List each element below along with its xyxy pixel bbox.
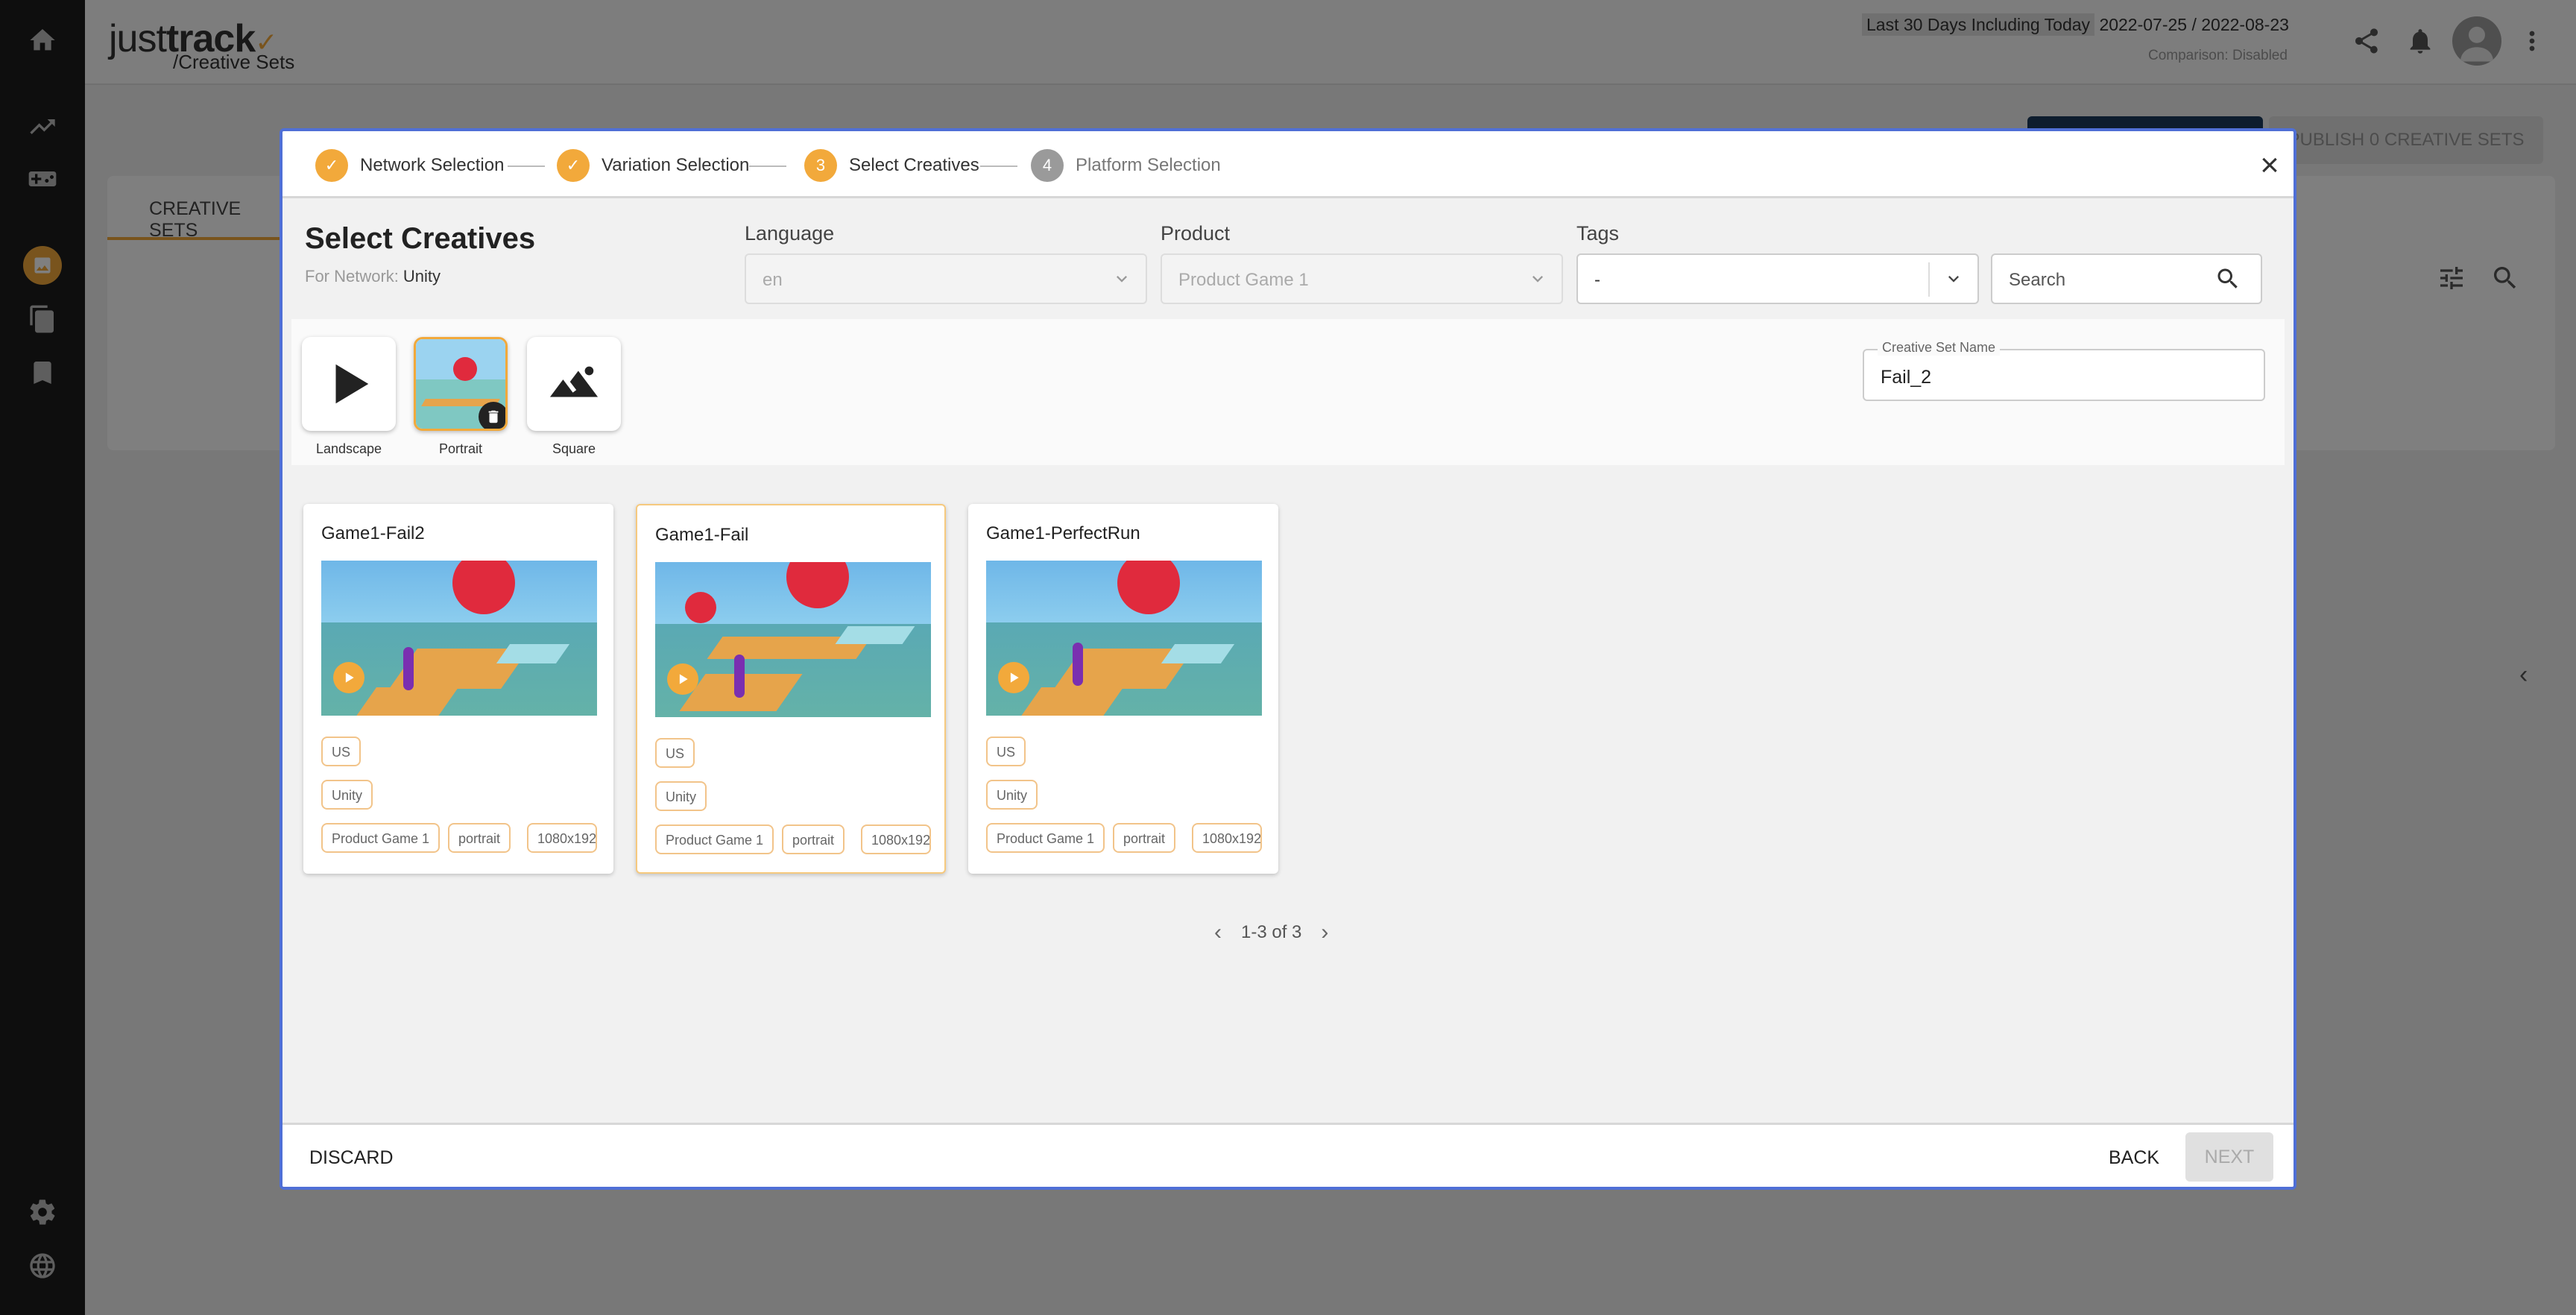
check-icon: ✓ [557,149,590,182]
step-label: Select Creatives [849,155,979,175]
step-platform-selection: 4 Platform Selection [1031,149,1221,182]
creative-video-thumbnail[interactable] [655,562,931,717]
dialog-title: Select Creatives [305,222,536,255]
product-select[interactable]: Product Game 1 [1161,253,1563,304]
next-button[interactable]: NEXT [2185,1132,2273,1182]
product-chip: Product Game 1 [655,824,774,854]
creative-title: Game1-Fail [655,525,749,545]
creative-set-name-value: Fail_2 [1881,367,1932,388]
creative-card[interactable]: Game1-PerfectRun US Unity Product Game 1… [968,504,1278,874]
creative-set-name-label: Creative Set Name [1878,340,2001,356]
square-type-button[interactable] [527,337,621,431]
pagination-range: 1-3 of 3 [1241,922,1302,942]
format-chip: portrait [782,824,845,854]
close-dialog-button[interactable]: × [2253,149,2286,183]
portrait-type-button[interactable] [414,337,508,431]
search-placeholder: Search [2009,270,2066,290]
tags-select[interactable]: - [1576,253,1979,304]
creative-title: Game1-PerfectRun [986,523,1140,543]
step-connector [508,165,545,167]
image-mountain-icon [549,366,599,397]
step-select-creatives: 3 Select Creatives [804,149,979,182]
wizard-stepper: ✓ Network Selection ✓ Variation Selectio… [282,131,2294,198]
creative-set-name-field[interactable]: Creative Set Name Fail_2 [1863,340,2265,401]
chevron-down-icon [1111,268,1131,288]
type-label: Portrait [438,441,483,456]
type-label: Square [552,441,596,456]
size-chip: 1080x1920 [527,823,597,853]
step-number-badge: 4 [1031,149,1064,182]
step-connector [980,165,1017,167]
creative-card[interactable]: Game1-Fail2 US Unity Product Game 1 port… [303,504,613,874]
creative-video-thumbnail[interactable] [986,561,1262,716]
play-icon[interactable] [667,663,698,695]
network-chip: Unity [655,781,707,811]
tags-label: Tags [1576,222,1620,245]
dialog-footer: DISCARD BACK NEXT [282,1123,2294,1187]
step-label: Network Selection [360,155,505,175]
delete-icon[interactable] [479,402,505,429]
step-number-badge: 3 [804,149,837,182]
step-connector [749,165,786,167]
chevron-down-icon[interactable] [1943,268,1963,288]
format-chip: portrait [448,823,511,853]
discard-button[interactable]: DISCARD [309,1147,394,1169]
creative-type-strip: Landscape Portrait Square Creative Set N… [291,319,2285,465]
landscape-type-button[interactable] [302,337,396,431]
select-creatives-dialog: ✓ Network Selection ✓ Variation Selectio… [280,128,2296,1190]
step-label: Platform Selection [1076,155,1221,175]
creative-title: Game1-Fail2 [321,523,425,543]
back-button[interactable]: BACK [2109,1147,2159,1169]
country-chip: US [321,737,362,766]
previous-page-icon[interactable]: ‹ [1214,920,1222,945]
step-variation-selection: ✓ Variation Selection [557,149,749,182]
creative-card-selected[interactable]: Game1-Fail US Unity Product Game 1 portr… [636,504,946,874]
product-label: Product [1161,222,1231,245]
search-icon[interactable] [2214,265,2241,292]
language-select[interactable]: en [745,253,1147,304]
product-chip: Product Game 1 [321,823,441,853]
product-chip: Product Game 1 [986,823,1105,853]
play-icon [335,364,369,404]
network-chip: Unity [321,780,373,810]
step-label: Variation Selection [602,155,750,175]
select-divider [1928,262,1930,297]
play-icon[interactable] [998,662,1029,693]
pagination: ‹ 1-3 of 3 › [1214,920,1328,945]
chevron-down-icon [1527,268,1547,288]
format-chip: portrait [1113,823,1176,853]
creative-video-thumbnail[interactable] [321,561,597,716]
language-value: en [763,270,783,290]
check-icon: ✓ [315,149,348,182]
network-chip: Unity [986,780,1038,810]
search-input[interactable]: Search [1991,253,2262,304]
network-info: For Network: Unity [305,267,441,286]
play-icon[interactable] [333,662,364,693]
product-value: Product Game 1 [1178,270,1309,290]
country-chip: US [655,738,695,768]
tags-value: - [1594,270,1600,290]
country-chip: US [986,737,1026,766]
language-label: Language [745,222,835,245]
step-network-selection: ✓ Network Selection [315,149,504,182]
size-chip: 1080x1920 [861,824,931,854]
type-label: Landscape [315,441,382,456]
next-page-icon[interactable]: › [1321,920,1328,945]
size-chip: 1080x1920 [1192,823,1262,853]
